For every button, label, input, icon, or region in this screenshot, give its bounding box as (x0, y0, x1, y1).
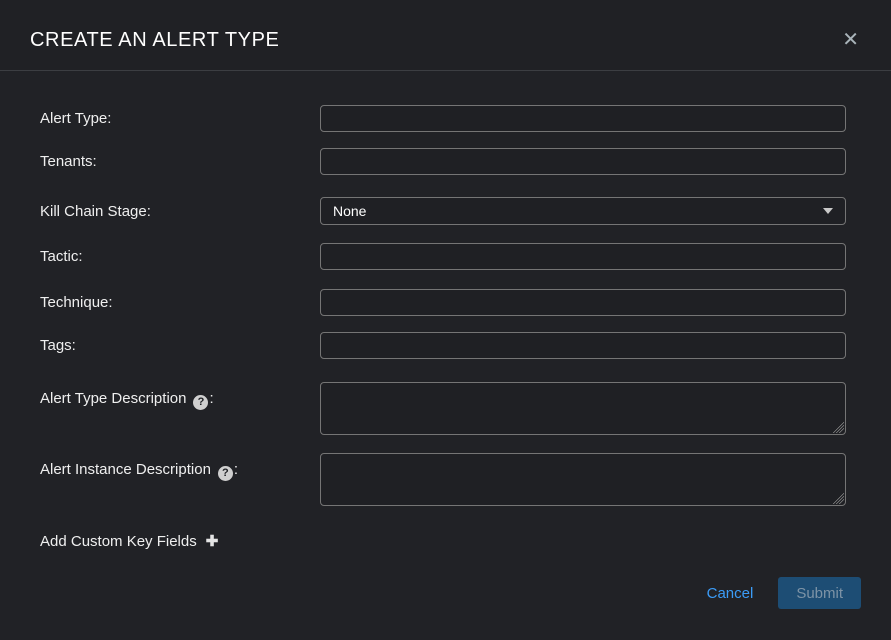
form-row-alert-instance-description: Alert Instance Description?: (40, 453, 846, 506)
alert-type-label: Alert Type: (40, 110, 320, 127)
alert-type-description-label: Alert Type Description?: (40, 382, 320, 410)
form-row-tenants: Tenants: (40, 148, 846, 175)
tags-label: Tags: (40, 337, 320, 354)
form-row-add-custom-key-fields: Add Custom Key Fields ✚ (40, 532, 846, 550)
plus-icon[interactable]: ✚ (206, 532, 219, 550)
create-alert-type-dialog: CREATE AN ALERT TYPE ✕ Alert Type: Tenan… (0, 0, 891, 640)
cancel-button[interactable]: Cancel (707, 585, 754, 602)
tactic-label: Tactic: (40, 248, 320, 265)
form-row-alert-type: Alert Type: (40, 105, 846, 132)
kill-chain-stage-label: Kill Chain Stage: (40, 203, 320, 220)
resize-handle-icon[interactable] (831, 420, 844, 433)
technique-label: Technique: (40, 294, 320, 311)
tenants-input[interactable] (320, 148, 846, 175)
select-selected-value: None (333, 203, 366, 219)
kill-chain-stage-select[interactable]: None (320, 197, 846, 225)
form-row-technique: Technique: (40, 289, 846, 316)
submit-button[interactable]: Submit (778, 577, 861, 609)
technique-input[interactable] (320, 289, 846, 316)
chevron-down-icon (823, 208, 833, 214)
form-row-tags: Tags: (40, 332, 846, 359)
dialog-header: CREATE AN ALERT TYPE ✕ (0, 0, 891, 71)
help-icon[interactable]: ? (193, 395, 208, 410)
alert-instance-description-textarea[interactable] (320, 453, 846, 506)
tenants-label: Tenants: (40, 153, 320, 170)
close-icon[interactable]: ✕ (838, 28, 863, 52)
tags-input[interactable] (320, 332, 846, 359)
help-icon[interactable]: ? (218, 466, 233, 481)
form-row-alert-type-description: Alert Type Description?: (40, 382, 846, 435)
add-custom-key-fields-label: Add Custom Key Fields (40, 533, 197, 550)
form-row-tactic: Tactic: (40, 243, 846, 270)
resize-handle-icon[interactable] (831, 491, 844, 504)
dialog-footer: Cancel Submit (707, 577, 861, 609)
alert-instance-description-label: Alert Instance Description?: (40, 453, 320, 481)
alert-type-description-textarea[interactable] (320, 382, 846, 435)
alert-type-input[interactable] (320, 105, 846, 132)
tactic-input[interactable] (320, 243, 846, 270)
page-title: CREATE AN ALERT TYPE (30, 29, 280, 52)
form-row-kill-chain-stage: Kill Chain Stage: None (40, 197, 846, 225)
dialog-body: Alert Type: Tenants: Kill Chain Stage: N… (0, 71, 891, 550)
